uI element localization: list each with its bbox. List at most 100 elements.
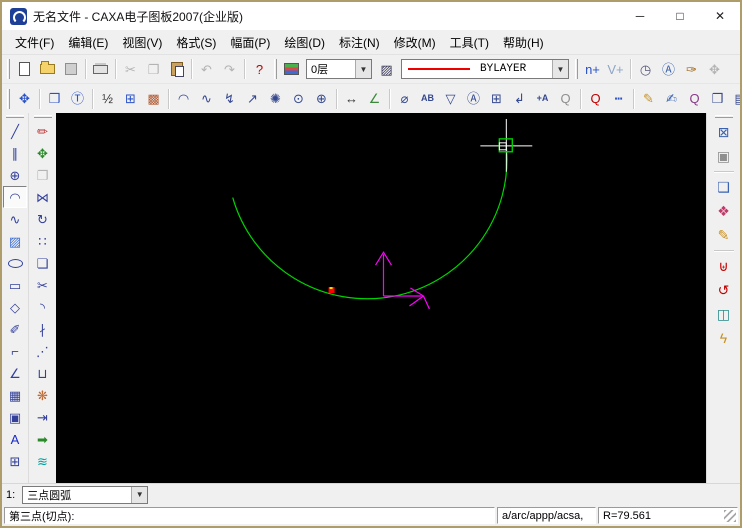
array-tool[interactable]: ∷ — [31, 230, 55, 252]
dynamic-pan-button[interactable]: ❒ — [43, 88, 66, 110]
toolbar-handle[interactable] — [274, 59, 277, 79]
move-tool[interactable]: ✥ — [31, 142, 55, 164]
menu-item-9[interactable]: 帮助(H) — [496, 31, 551, 54]
library-manage-button[interactable]: ❑ — [711, 175, 737, 199]
menu-item-2[interactable]: 视图(V) — [115, 31, 169, 54]
paste-button[interactable] — [165, 58, 188, 80]
text-annotate-button[interactable]: +A — [531, 88, 554, 110]
menu-item-5[interactable]: 绘图(D) — [277, 31, 332, 54]
circle-stand-button[interactable]: ⊙ — [287, 88, 310, 110]
zoom-in-button[interactable]: Q — [683, 88, 706, 110]
copy-button[interactable]: ❐ — [142, 58, 165, 80]
library-define-button[interactable]: ▣ — [711, 144, 737, 168]
corner-tool[interactable]: ❋ — [31, 384, 55, 406]
circle-tool[interactable]: ⊕ — [3, 164, 27, 186]
toolbar-handle[interactable] — [7, 89, 10, 109]
line-tool[interactable]: ╱ — [3, 120, 27, 142]
annotate-style-button[interactable]: ✑ — [680, 58, 703, 80]
layers-button[interactable] — [280, 58, 303, 80]
hatch-tool[interactable]: ▨ — [3, 230, 27, 252]
explode-tool[interactable]: ≋ — [31, 450, 55, 472]
menu-item-3[interactable]: 格式(S) — [169, 31, 223, 54]
diameter-dim-button[interactable]: ⌀ — [393, 88, 416, 110]
wave-line-button[interactable]: ∿ — [195, 88, 218, 110]
break-point-tool[interactable]: ⇥ — [31, 406, 55, 428]
command-combobox-arrow[interactable]: ▼ — [131, 487, 147, 503]
hand-edit-button[interactable]: ✍ — [660, 88, 683, 110]
pipe-cross-button[interactable]: ⊕ — [310, 88, 333, 110]
gear-shape-button[interactable]: ✺ — [264, 88, 287, 110]
fillet-tool[interactable]: ◝ — [31, 296, 55, 318]
erase-tool[interactable]: ✏ — [31, 120, 55, 142]
open-file-button[interactable] — [36, 58, 59, 80]
baseline-dim-button[interactable]: AB — [416, 88, 439, 110]
new-file-button[interactable] — [13, 58, 36, 80]
angle-line-tool[interactable]: ∠ — [3, 362, 27, 384]
zigzag-line-button[interactable]: ↯ — [218, 88, 241, 110]
toolbar-handle[interactable] — [575, 59, 578, 79]
component-library-button[interactable]: ⊎ — [711, 254, 737, 278]
resize-grip[interactable] — [724, 510, 736, 522]
command-combobox[interactable]: 三点圆弧 ▼ — [22, 486, 148, 504]
linetype-scale-button[interactable]: ┅ — [607, 88, 630, 110]
profile-lines-tool[interactable]: ⌐ — [3, 340, 27, 362]
toolbar-handle[interactable] — [7, 59, 10, 79]
formula-curve-tool[interactable]: ▦ — [3, 384, 27, 406]
undo-button[interactable]: ↶ — [195, 58, 218, 80]
rectangle-tool[interactable]: ▭ — [3, 274, 27, 296]
copy-tool[interactable]: ❐ — [31, 164, 55, 186]
datum-button[interactable]: Ⓐ — [462, 88, 485, 110]
layer-combobox-arrow[interactable]: ▼ — [355, 60, 371, 78]
arc-segment-button[interactable]: ◠ — [172, 88, 195, 110]
detail-view-tool[interactable]: ▣ — [3, 406, 27, 428]
page-view-button[interactable]: ▤ — [729, 88, 740, 110]
layer-combobox[interactable]: 0层 ▼ — [306, 59, 372, 79]
table-text-button[interactable]: ⊞ — [119, 88, 142, 110]
menu-item-1[interactable]: 编辑(E) — [61, 31, 115, 54]
dim-search-button[interactable]: Q — [554, 88, 577, 110]
offset-tool[interactable]: ❏ — [31, 252, 55, 274]
menu-item-4[interactable]: 幅面(P) — [223, 31, 277, 54]
ellipse-tool[interactable] — [3, 252, 27, 274]
sketch-pen-button[interactable]: ✎ — [637, 88, 660, 110]
trim-scissors-tool[interactable]: ✂ — [31, 274, 55, 296]
dimension-button[interactable]: ↔ — [340, 88, 363, 110]
toolbox-handle[interactable] — [715, 115, 733, 118]
redo-button[interactable]: ↷ — [218, 58, 241, 80]
roughness-button[interactable]: ▽ — [439, 88, 462, 110]
vsnap-button[interactable]: V+ — [604, 58, 627, 80]
library-convert-button[interactable]: ✎ — [711, 223, 737, 247]
mirror-tool[interactable]: ⋈ — [31, 186, 55, 208]
arrange-button[interactable]: ✥ — [703, 58, 726, 80]
toolbox-handle[interactable] — [34, 115, 52, 118]
maximize-button[interactable]: □ — [660, 2, 700, 30]
minimize-button[interactable]: ─ — [620, 2, 660, 30]
block-tool[interactable]: ⊞ — [3, 450, 27, 472]
menu-item-6[interactable]: 标注(N) — [332, 31, 387, 54]
zoom-extents-button[interactable]: ✥ — [13, 88, 36, 110]
block-make-tool[interactable]: ➡ — [31, 428, 55, 450]
rotate-tool[interactable]: ↻ — [31, 208, 55, 230]
tech-requirement-button[interactable]: ↺ — [711, 278, 737, 302]
drawing-canvas[interactable] — [56, 113, 706, 483]
spline-tool[interactable]: ∿ — [3, 208, 27, 230]
coordinate-dim-button[interactable]: ∠ — [363, 88, 386, 110]
print-button[interactable] — [89, 58, 112, 80]
tolerance-frame-button[interactable]: ⊞ — [485, 88, 508, 110]
pointer-arrow-button[interactable]: ↗ — [241, 88, 264, 110]
section-pen-tool[interactable]: ✐ — [3, 318, 27, 340]
polygon-tool[interactable]: ◇ — [3, 296, 27, 318]
query-button[interactable]: Q — [584, 88, 607, 110]
watch-update-button[interactable]: ◷ — [634, 58, 657, 80]
stretch-tool[interactable]: ⊔ — [31, 362, 55, 384]
toolbox-handle[interactable] — [6, 115, 24, 118]
text-tool[interactable]: A — [3, 428, 27, 450]
linewidth-button[interactable]: ▨ — [375, 58, 398, 80]
zoom-rect-button[interactable]: ❒ — [706, 88, 729, 110]
ortho-button[interactable]: n+ — [581, 58, 604, 80]
menu-item-8[interactable]: 工具(T) — [443, 31, 496, 54]
library-extract-button[interactable]: ⊠ — [711, 120, 737, 144]
section-view-button[interactable]: ◫ — [711, 302, 737, 326]
block-attribute-button[interactable]: ϟ — [711, 326, 737, 350]
linetype-combobox[interactable]: BYLAYER ▼ — [401, 59, 569, 79]
